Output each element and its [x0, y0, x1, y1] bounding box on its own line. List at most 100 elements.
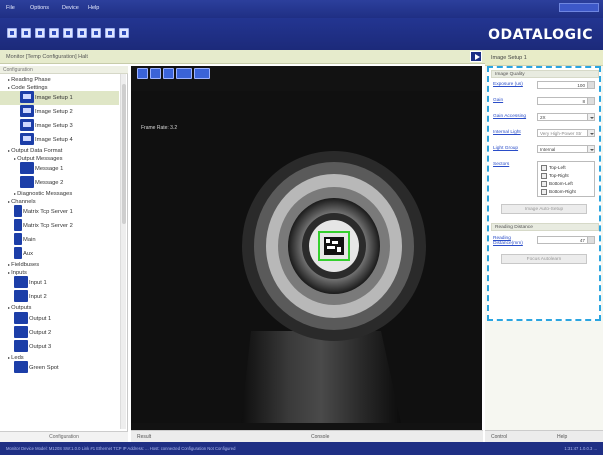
exposure-label[interactable]: Exposure (us): [493, 82, 523, 87]
tree-item[interactable]: ▸ Reading Phase: [0, 76, 119, 84]
tree-item-label: Main: [23, 237, 36, 243]
tree-item[interactable]: ▸ Fieldbuses: [0, 261, 119, 269]
grid-icon[interactable]: [194, 68, 210, 79]
tree-item[interactable]: Aux: [0, 247, 119, 261]
configuration-tab[interactable]: Configuration: [0, 431, 128, 442]
tree-item[interactable]: Image Setup 1: [0, 91, 119, 105]
tree-item-label: Channels: [11, 198, 36, 205]
tree-item[interactable]: Message 2: [0, 176, 119, 190]
reading-distance-field[interactable]: 47: [537, 236, 595, 244]
exposure-field[interactable]: 100: [537, 81, 595, 89]
internal-light-select[interactable]: Very High-Power Str: [537, 129, 595, 137]
tree-scrollbar[interactable]: [120, 74, 126, 429]
tree-item[interactable]: ▸ Outputs: [0, 304, 119, 312]
gain-field[interactable]: 8: [537, 97, 595, 105]
tree-item[interactable]: ▸ Output Messages: [0, 155, 119, 163]
tree-item[interactable]: Output 3: [0, 339, 119, 354]
gain-spinner[interactable]: [587, 98, 594, 104]
play-icon[interactable]: [470, 51, 482, 62]
print-icon[interactable]: [119, 28, 129, 38]
distance-spinner[interactable]: [587, 237, 594, 243]
reading-distance-label[interactable]: Reading Distance(mm): [493, 236, 533, 246]
gain-accessing-label[interactable]: Gain Accessing: [493, 114, 526, 119]
tab-console[interactable]: Console: [311, 434, 329, 440]
tree-item[interactable]: Green Spot: [0, 361, 119, 375]
reading-distance-section[interactable]: Reading Distance: [491, 223, 599, 231]
tree-item-label: Image Setup 4: [35, 137, 73, 143]
image-quality-section[interactable]: Image Quality: [491, 70, 599, 78]
sector-bottom-right-checkbox[interactable]: Bottom-Right: [541, 189, 576, 195]
sector-top-right-checkbox[interactable]: Top-Right: [541, 173, 569, 179]
open-icon[interactable]: [35, 28, 45, 38]
menu-file[interactable]: File: [6, 5, 15, 11]
tree-item-label: Inputs: [11, 269, 27, 276]
menu-options[interactable]: Options: [30, 5, 49, 11]
toolbar: ODATALOGIC: [0, 18, 603, 50]
window-controls[interactable]: [559, 3, 599, 12]
tab-result[interactable]: Result: [137, 434, 151, 440]
tree-item-label: Leds: [11, 354, 24, 361]
tree-item[interactable]: ▸ Channels: [0, 198, 119, 206]
menu-help[interactable]: Help: [88, 5, 99, 11]
tab-control[interactable]: Control: [491, 434, 507, 440]
tree-item[interactable]: Output 1: [0, 311, 119, 326]
sectors-label[interactable]: Sectors: [493, 162, 509, 167]
zoom-out-icon[interactable]: [150, 68, 161, 79]
image-auto-setup-button[interactable]: Image Auto-Setup: [501, 204, 587, 214]
status-bar: Monitor Device Model: M120S SW:1.0.0 Lin…: [0, 442, 603, 455]
capture-icon[interactable]: [77, 28, 87, 38]
menu-device[interactable]: Device: [62, 5, 79, 11]
tree-item[interactable]: ▸ Output Data Format: [0, 147, 119, 155]
calibrate-icon[interactable]: [105, 28, 115, 38]
server-icon: [14, 219, 22, 232]
save-icon[interactable]: [49, 28, 59, 38]
tree-item[interactable]: Image Setup 2: [0, 105, 119, 119]
image-viewer: Frame Rate: 3.2: [131, 66, 482, 430]
tree-item-label: Diagnostic Messages: [17, 191, 73, 197]
bottom-tab-bar: Result Console: [131, 430, 483, 442]
tree-item-label: Green Spot: [29, 365, 59, 371]
tree-item[interactable]: ▸ Code Settings: [0, 84, 119, 92]
tree-item-label: Image Setup 2: [35, 109, 73, 115]
light-group-select[interactable]: Internal: [537, 145, 595, 153]
zoom-fit-icon[interactable]: [163, 68, 174, 79]
exposure-spinner[interactable]: [587, 82, 594, 88]
sector-bottom-left-checkbox[interactable]: Bottom-Left: [541, 181, 573, 187]
tree-item[interactable]: Input 1: [0, 276, 119, 290]
chevron-down-icon[interactable]: [587, 146, 594, 152]
focus-autolearn-button[interactable]: Focus Autolearn: [501, 254, 587, 264]
chevron-down-icon[interactable]: [587, 114, 594, 120]
light-group-label[interactable]: Light Group: [493, 146, 518, 151]
connect-icon[interactable]: [7, 28, 17, 38]
gain-label[interactable]: Gain: [493, 98, 503, 103]
tree-item[interactable]: ▸ Leds: [0, 354, 119, 362]
tree-item-label: Outputs: [11, 305, 32, 311]
zoom-in-icon[interactable]: [137, 68, 148, 79]
gain-accessing-select[interactable]: 2X: [537, 113, 595, 121]
tree-item-label: Output 2: [29, 329, 52, 336]
tree-item[interactable]: Matrix Tcp Server 2: [0, 219, 119, 233]
tree-item[interactable]: Image Setup 3: [0, 119, 119, 133]
tree-item[interactable]: Image Setup 4: [0, 133, 119, 147]
output-icon: [14, 339, 28, 352]
settings-icon[interactable]: [91, 28, 101, 38]
tree-item[interactable]: Message 1: [0, 162, 119, 176]
sector-top-left-checkbox[interactable]: Top-Left: [541, 165, 566, 171]
tree-item[interactable]: Output 2: [0, 325, 119, 340]
monitor-icon[interactable]: [63, 28, 73, 38]
tree-item-label: Output 3: [29, 343, 52, 350]
tree-item[interactable]: ▸ Diagnostic Messages: [0, 190, 119, 198]
tree-item[interactable]: Matrix Tcp Server 1: [0, 205, 119, 219]
tab-help[interactable]: Help: [557, 434, 567, 440]
tree-item-label: Matrix Tcp Server 1: [23, 209, 73, 215]
internal-light-label[interactable]: Internal Light: [493, 130, 521, 135]
disconnect-icon[interactable]: [21, 28, 31, 38]
output-icon: [14, 325, 28, 338]
status-time: 1:31:47 1.0.0.3 ...: [564, 446, 597, 451]
tree-item[interactable]: Main: [0, 233, 119, 247]
chevron-down-icon[interactable]: [587, 130, 594, 136]
save-image-icon[interactable]: [176, 68, 192, 79]
tree-item[interactable]: ▸ Inputs: [0, 269, 119, 277]
tree-item[interactable]: Input 2: [0, 290, 119, 304]
tree-item-label: Image Setup 3: [35, 123, 73, 129]
